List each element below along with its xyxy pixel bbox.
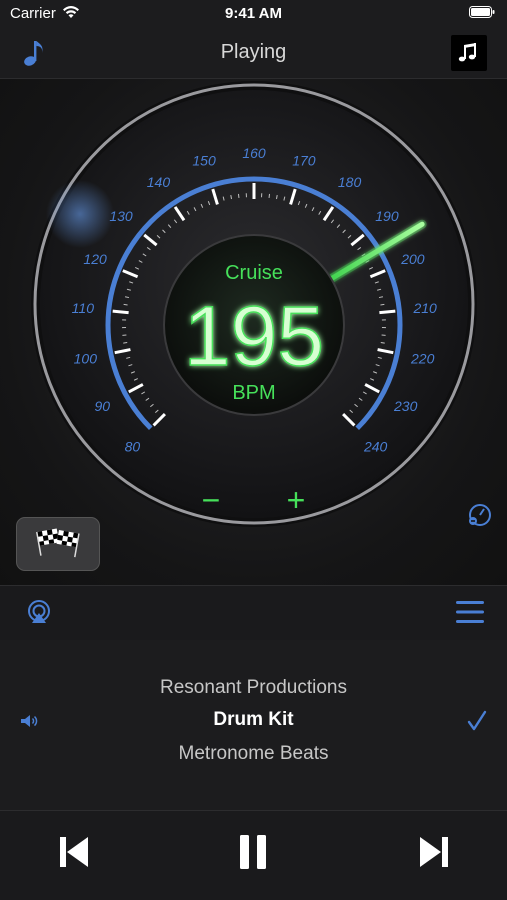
- race-flag-button[interactable]: [16, 517, 100, 571]
- gauge-scale-label: 200: [400, 251, 425, 267]
- increase-tempo-button[interactable]: +: [287, 482, 306, 518]
- gauge-scale-label: 110: [72, 300, 95, 316]
- toolbar: [0, 585, 507, 641]
- list-icon[interactable]: [455, 599, 485, 625]
- gauge-scale-label: 180: [338, 174, 362, 190]
- pause-icon[interactable]: [237, 833, 269, 871]
- beat-picker[interactable]: Resonant Productions Drum Kit Metronome …: [0, 640, 507, 810]
- nav-bar: Playing: [0, 28, 507, 79]
- status-bar: Carrier 9:41 AM: [0, 0, 507, 28]
- picker-item-above[interactable]: Resonant Productions: [0, 677, 507, 699]
- checkmark-icon: [467, 710, 487, 731]
- gauge-scale-label: 80: [125, 439, 141, 455]
- decrease-tempo-button[interactable]: −: [202, 482, 221, 518]
- gauge-settings-icon[interactable]: [467, 503, 493, 527]
- gauge-minor-tick: [380, 303, 385, 306]
- gauge-scale-label: 90: [95, 398, 111, 414]
- transport-controls: [0, 810, 507, 900]
- bpm-value: 195: [184, 289, 324, 383]
- gauge-area: 80 90 100 110 120 130 140 150 160 170 180 190 200 210…: [0, 79, 507, 585]
- gauge-minor-tick: [123, 342, 128, 344]
- skip-back-icon[interactable]: [58, 835, 90, 869]
- tempo-gauge: 80 90 100 110 120 130 140 150 160 170 180 190 200 210…: [31, 81, 477, 527]
- gauge-scale-label: 130: [109, 208, 133, 224]
- gauge-scale-label: 170: [292, 152, 316, 168]
- airplay-icon[interactable]: [26, 599, 52, 627]
- checkered-flags-icon: [36, 528, 80, 558]
- gauge-scale-label: 240: [363, 439, 388, 455]
- picker-item-below[interactable]: Metronome Beats: [0, 743, 507, 765]
- skip-forward-icon[interactable]: [418, 835, 450, 869]
- gauge-scale-label: 210: [412, 300, 437, 316]
- gauge-major-tick: [379, 309, 396, 315]
- gauge-minor-tick: [380, 342, 385, 344]
- gauge-scale-label: 190: [375, 208, 399, 224]
- gauge-scale-label: 160: [242, 145, 266, 161]
- gauge-minor-tick: [123, 303, 128, 306]
- gauge-scale-label: 140: [147, 174, 171, 190]
- gauge-mode-label: Cruise: [225, 262, 283, 284]
- gauge-minor-tick: [230, 194, 232, 200]
- gauge-scale-label: 100: [74, 351, 98, 367]
- gauge-minor-tick: [276, 194, 278, 200]
- picker-item-selected[interactable]: Drum Kit: [0, 709, 507, 731]
- gauge-major-tick: [112, 309, 129, 315]
- gauge-scale-label: 230: [393, 398, 418, 414]
- status-time: 9:41 AM: [225, 5, 282, 22]
- gauge-glare: [46, 180, 114, 248]
- page-title: Playing: [220, 41, 287, 63]
- gauge-scale-label: 150: [192, 152, 216, 168]
- gauge-scale-label: 120: [83, 251, 107, 267]
- gauge-scale-label: 220: [410, 351, 435, 367]
- music-notes-icon: [458, 43, 476, 62]
- screen: Carrier 9:41 AM Playing 80 90 100 110 12…: [0, 0, 507, 900]
- bpm-unit-label: BPM: [232, 382, 275, 404]
- battery-icon: [469, 6, 495, 18]
- music-library-button[interactable]: [451, 35, 487, 71]
